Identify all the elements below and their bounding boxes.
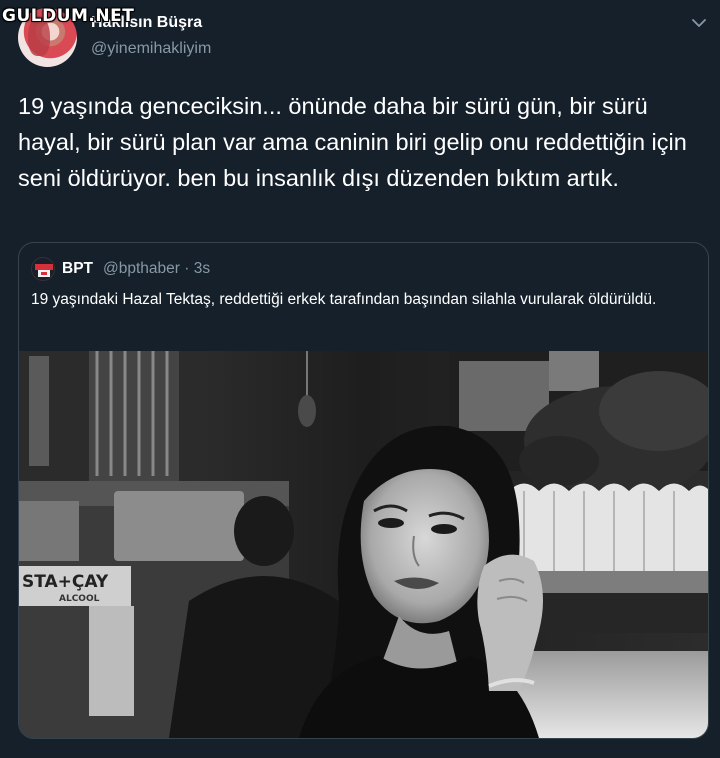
bpt-logo-icon[interactable] xyxy=(31,257,55,281)
tweet-text: 19 yaşında genceciksin... önünde daha bi… xyxy=(18,93,687,191)
user-handle[interactable]: @yinemihakliyim xyxy=(91,40,211,58)
quoted-tweet-photo[interactable]: STA+ÇAY ALCOOL xyxy=(19,351,708,738)
watermark-logo: GULDUM.NET xyxy=(2,6,135,26)
quoted-tweet-card[interactable]: BPT @bpthaber · 3s 19 yaşındaki Hazal Te… xyxy=(18,242,709,739)
quoted-display-name[interactable]: BPT xyxy=(62,260,93,278)
chevron-down-icon[interactable] xyxy=(690,16,708,30)
quoted-tweet-text: 19 yaşındaki Hazal Tektaş, reddettiği er… xyxy=(31,291,657,308)
sign-subtext: ALCOOL xyxy=(59,594,100,604)
sign-text: STA+ÇAY xyxy=(22,572,109,592)
quoted-handle-time[interactable]: @bpthaber · 3s xyxy=(103,260,210,278)
